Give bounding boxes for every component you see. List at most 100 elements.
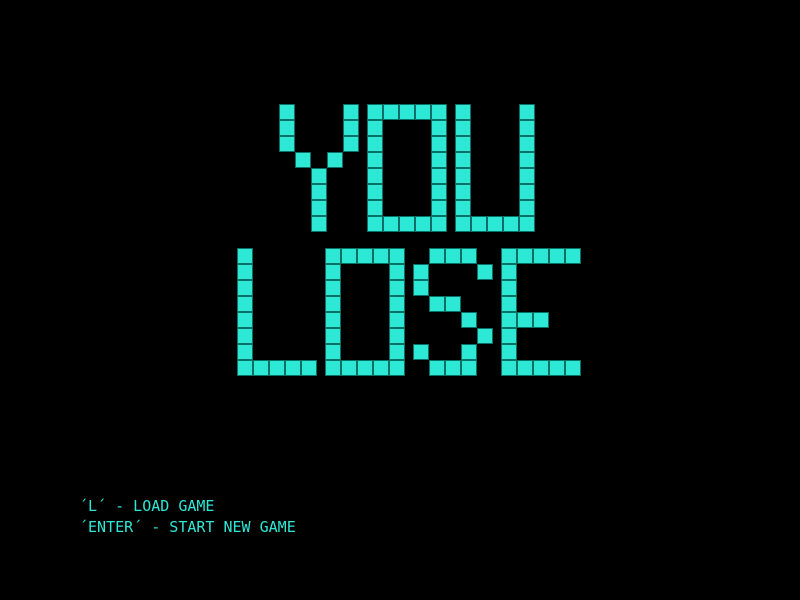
title-block — [389, 328, 405, 344]
menu-option-load-game[interactable]: ´L´ - LOAD GAME — [79, 496, 296, 517]
title-block — [461, 360, 477, 376]
title-block — [253, 360, 269, 376]
title-block — [477, 264, 493, 280]
title-block — [367, 104, 383, 120]
title-block — [373, 360, 389, 376]
title-letter-e — [501, 248, 581, 376]
title-block — [341, 360, 357, 376]
title-block — [565, 360, 581, 376]
title-block — [445, 248, 461, 264]
title-block — [533, 360, 549, 376]
title-block — [519, 136, 535, 152]
title-block — [279, 136, 295, 152]
title-block — [237, 328, 253, 344]
title-block — [517, 360, 533, 376]
title-block — [367, 200, 383, 216]
title-letter-o — [367, 104, 447, 232]
title-block — [519, 120, 535, 136]
title-block — [389, 296, 405, 312]
title-block — [431, 136, 447, 152]
title-block — [311, 184, 327, 200]
title-letter-y — [279, 104, 359, 232]
title-block — [311, 216, 327, 232]
title-block — [357, 360, 373, 376]
title-block — [503, 216, 519, 232]
title-block — [519, 216, 535, 232]
title-block — [549, 248, 565, 264]
title-block — [237, 248, 253, 264]
title-block — [389, 264, 405, 280]
menu-option-start-new-game[interactable]: ´ENTER´ - START NEW GAME — [79, 517, 296, 538]
title-letter-l — [237, 248, 317, 376]
title-block — [357, 248, 373, 264]
title-block — [327, 152, 343, 168]
title-block — [295, 152, 311, 168]
title-block — [389, 280, 405, 296]
title-block — [285, 360, 301, 376]
title-block — [367, 216, 383, 232]
title-block — [237, 312, 253, 328]
title-block — [325, 296, 341, 312]
title-block — [487, 216, 503, 232]
title-block — [311, 168, 327, 184]
title-letter-u — [455, 104, 535, 232]
title-block — [343, 120, 359, 136]
title-block — [389, 312, 405, 328]
title-block — [367, 120, 383, 136]
title-block — [429, 248, 445, 264]
title-block — [461, 248, 477, 264]
title-block — [325, 264, 341, 280]
title-block — [455, 184, 471, 200]
title-block — [237, 344, 253, 360]
title-block — [501, 360, 517, 376]
menu-options: ´L´ - LOAD GAME ´ENTER´ - START NEW GAME — [79, 496, 296, 538]
title-block — [373, 248, 389, 264]
title-block — [399, 104, 415, 120]
title-block — [413, 280, 429, 296]
title-block — [519, 200, 535, 216]
title-block — [431, 184, 447, 200]
title-block — [517, 312, 533, 328]
title-block — [415, 104, 431, 120]
title-block — [429, 360, 445, 376]
title-block — [501, 344, 517, 360]
title-block — [519, 168, 535, 184]
title-block — [325, 312, 341, 328]
title-block — [367, 136, 383, 152]
title-block — [455, 136, 471, 152]
title-block — [383, 216, 399, 232]
title-block — [501, 296, 517, 312]
title-block — [431, 200, 447, 216]
title-block — [533, 312, 549, 328]
title-block — [237, 280, 253, 296]
title-block — [477, 328, 493, 344]
title-block — [455, 216, 471, 232]
title-block — [237, 296, 253, 312]
title-block — [237, 360, 253, 376]
title-letter-s — [413, 248, 493, 376]
title-block — [455, 200, 471, 216]
title-word-you — [279, 104, 535, 232]
title-block — [341, 248, 357, 264]
title-word-lose — [237, 248, 581, 376]
title-block — [445, 360, 461, 376]
title-block — [383, 104, 399, 120]
title-block — [367, 152, 383, 168]
title-block — [431, 152, 447, 168]
title-block — [325, 280, 341, 296]
title-block — [461, 344, 477, 360]
title-block — [413, 344, 429, 360]
title-block — [431, 168, 447, 184]
title-block — [445, 296, 461, 312]
title-block — [389, 248, 405, 264]
title-block — [343, 104, 359, 120]
title-block — [343, 136, 359, 152]
title-block — [429, 296, 445, 312]
title-block — [501, 264, 517, 280]
title-block — [325, 344, 341, 360]
title-block — [399, 216, 415, 232]
title-block — [301, 360, 317, 376]
title-block — [237, 264, 253, 280]
title-block — [455, 152, 471, 168]
title-block — [389, 344, 405, 360]
